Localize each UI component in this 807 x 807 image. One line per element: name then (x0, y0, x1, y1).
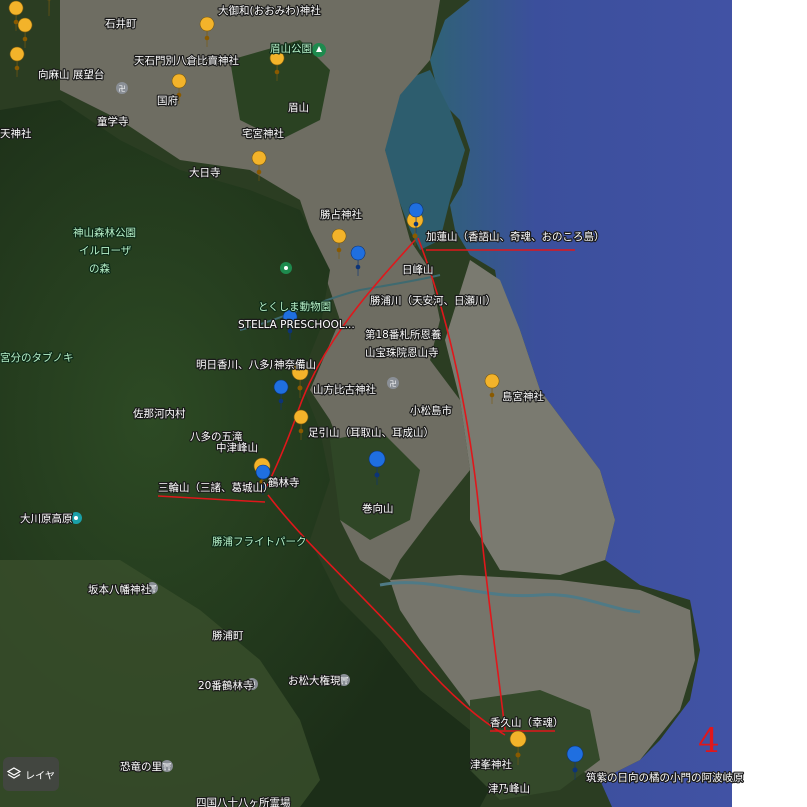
label-katsuura-river: 勝浦川（天安河、日瀬川） (370, 294, 496, 307)
svg-text:⛩: ⛩ (340, 676, 349, 685)
label-takamiya: 宅宮神社 (242, 127, 284, 140)
label-omatsu: お松大権現 (288, 674, 341, 687)
label-katsura: 勝占神社 (320, 208, 362, 221)
label-komatsushima: 小松島市 (410, 404, 452, 417)
layer-button-label: レイヤ (25, 770, 55, 782)
shrine-icon-yamakatahiko[interactable]: 卍 (387, 377, 399, 389)
label-tenseki: 天石門別八倉比賣神社 (134, 54, 239, 67)
label-yamakatahiko: 山方比古神社 (313, 383, 376, 396)
label-sakamoto: 坂本八幡神社 (88, 583, 151, 596)
label-tsunomineyama: 津乃峰山 (488, 783, 530, 795)
label-miwayama: 三輪山（三諸、葛城山） (158, 481, 274, 494)
label-tenjinja: 天神社 (0, 127, 32, 140)
label-kyoryu: 恐竜の里 (120, 760, 162, 773)
handwritten-mark: 4 (698, 721, 720, 761)
label-muryo: 鶴林寺 (268, 476, 300, 489)
label-katsuura-park: 勝浦フライトパーク (212, 535, 307, 548)
label-sanaouchi: 佐那河内村 (133, 407, 186, 420)
park-icon-bizan[interactable] (312, 43, 326, 57)
temple-icon-dogakuji[interactable]: 卍 (116, 82, 128, 94)
label-hinomine: 日峰山 (402, 264, 434, 276)
layers-icon (7, 767, 22, 779)
svg-text:卍: 卍 (119, 85, 126, 93)
label-forest1: 神山森林公園 (73, 226, 136, 239)
label-shimamiya: 島宮神社 (502, 390, 544, 403)
layer-button[interactable]: レイヤ (3, 757, 59, 791)
satellite-map[interactable]: 4 卍 卍 ⛩ 卍 ⛩ ⛩ 大御和(おおみわ)神社 石井町 天石門別八倉比賣神社… (0, 0, 807, 807)
label-omiwa: 大御和(おおみわ)神社 (218, 4, 321, 17)
label-katsuuracho: 勝浦町 (212, 629, 244, 642)
label-ashibiki: 足引山（耳取山、耳成山） (308, 426, 434, 439)
label-tsumine-shrine: 津峯神社 (470, 758, 512, 771)
label-temple18-b: 山宝珠院恩山寺 (365, 346, 439, 359)
zoo-icon[interactable] (280, 262, 292, 274)
label-kaguyama: 香久山（幸魂） (490, 716, 564, 729)
label-kagoyama: 加蓮山（香語山、奇魂、おのころ島） (426, 230, 605, 243)
label-tsurin: 20番鶴林寺 (198, 679, 253, 692)
label-zoo2: STELLA PRESCHOOL... (238, 319, 355, 331)
label-temple18-a: 第18番札所恩養 (365, 328, 442, 341)
label-kamiyama-view: 向麻山 展望台 (38, 68, 104, 81)
label-okawara: 大川原高原 (20, 512, 73, 525)
label-makimuku: 巻向山 (362, 502, 394, 515)
temple-icon-kyoryu[interactable]: ⛩ (161, 760, 173, 772)
label-bottom-cut: 四国八十八ヶ所霊場 (196, 796, 291, 807)
label-zoo1: とくしま動物園 (258, 300, 331, 313)
label-tabunoki: 宮分のタブノキ (0, 351, 74, 364)
svg-text:卍: 卍 (390, 380, 397, 388)
svg-text:⛩: ⛩ (163, 762, 172, 771)
label-bizan-park: 眉山公園 (270, 43, 312, 55)
label-asuka: 明日香川、八多川 (196, 358, 280, 371)
label-bizan: 眉山 (288, 102, 309, 114)
blank-margin (732, 0, 807, 807)
label-ishii: 石井町 (105, 17, 137, 30)
label-tsukushi: 筑紫の日向の橘の小門の阿波岐原 (586, 771, 744, 784)
label-dainichiji: 大日寺 (189, 166, 221, 179)
label-nainabi: 神奈備山 (274, 358, 316, 371)
label-nakatsumine: 中津峰山 (216, 441, 258, 454)
label-dogakuji: 童学寺 (97, 115, 129, 128)
label-forest3: の森 (89, 262, 110, 275)
label-forest2: イルローザ (79, 245, 132, 257)
label-kokufu: 国府 (157, 94, 178, 107)
